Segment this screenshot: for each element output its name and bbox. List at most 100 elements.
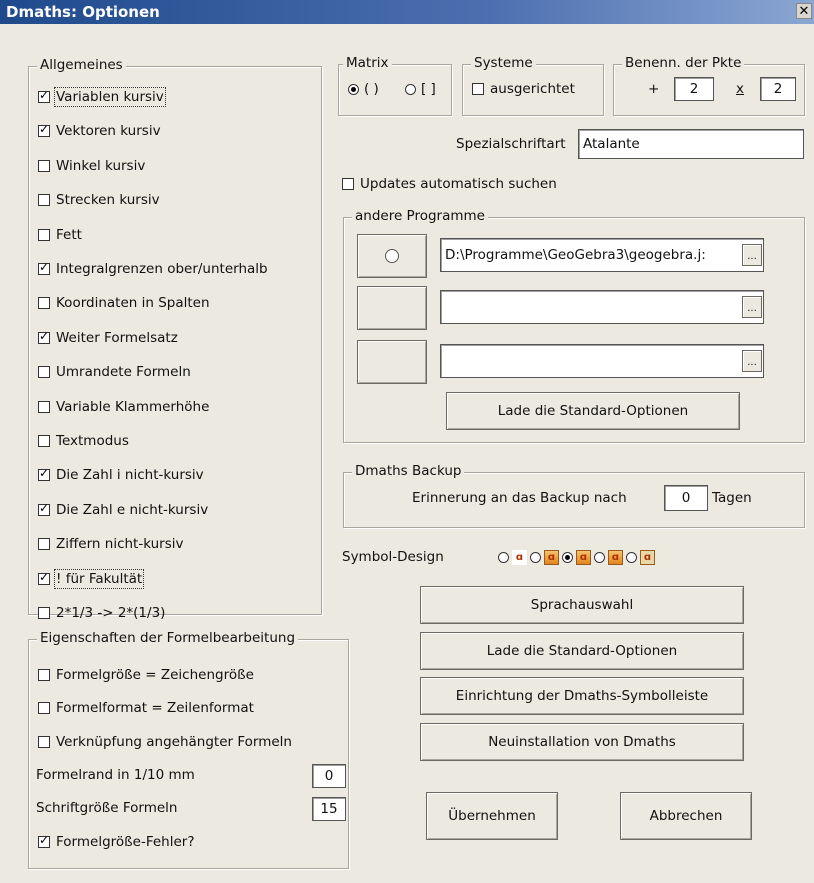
button-label: Einrichtung der Dmaths-Symbolleiste [455,688,709,704]
checkbox-box[interactable] [342,178,354,190]
symbol-3-icon: ɑ [576,550,591,565]
allgemeines-checkbox[interactable]: Die Zahl i nicht-kursiv [38,466,204,483]
radio-label: ( ) [364,81,379,97]
backup-label: Erinnerung an das Backup nach [412,490,627,506]
symbol-radio-5[interactable] [626,552,637,563]
checkbox-box[interactable] [38,159,50,172]
formelformat-checkbox[interactable]: Formelformat = Zeilenformat [38,700,254,716]
checkbox-label: Winkel kursiv [56,157,146,174]
program-2-path[interactable] [440,290,764,324]
checkbox-box[interactable] [38,435,50,447]
times-input[interactable]: 2 [760,77,796,101]
checkbox-box[interactable] [472,83,484,95]
checkbox-box[interactable] [38,260,50,275]
allgemeines-checkbox[interactable]: Ziffern nicht-kursiv [38,536,184,552]
updates-checkbox[interactable]: Updates automatisch suchen [342,176,557,192]
abbrechen-button[interactable]: Abbrechen [620,792,752,840]
symbolleiste-button[interactable]: Einrichtung der Dmaths-Symbolleiste [420,677,744,715]
times-label: x [736,81,744,97]
checkbox-box[interactable] [38,570,50,585]
allgemeines-checkbox[interactable]: Die Zahl e nicht-kursiv [38,501,208,518]
backup-days-label: Tagen [712,490,752,506]
checkbox-box[interactable] [38,400,50,413]
checkbox-label: Umrandete Formeln [56,364,191,381]
checkbox-label: 2*1/3 -> 2*(1/3) [56,605,166,621]
verknuepfung-checkbox[interactable]: Verknüpfung angehängter Formeln [38,734,292,750]
symbol-radio-3[interactable] [562,552,573,563]
neuinstallation-button[interactable]: Neuinstallation von Dmaths [420,723,744,761]
checkbox-box[interactable] [38,702,50,714]
schriftgroesse-input[interactable]: 15 [312,797,346,821]
allgemeines-checkbox[interactable]: 2*1/3 -> 2*(1/3) [38,605,165,621]
allgemeines-checkbox[interactable]: Variable Klammerhöhe [38,399,209,415]
checkbox-box[interactable] [38,329,50,344]
allgemeines-checkbox[interactable]: Variablen kursiv [38,87,166,107]
radio-button[interactable] [348,83,359,95]
options-dialog: Allgemeines Eigenschaften der Formelbear… [0,24,814,883]
sprachauswahl-button[interactable]: Sprachauswahl [420,586,744,624]
program-1-path[interactable]: D:\Programme\GeoGebra3\geogebra.j: [440,238,764,272]
button-label: Neuinstallation von Dmaths [488,734,676,750]
checkbox-box[interactable] [38,669,50,681]
checkbox-label: Formelgröße-Fehler? [56,834,195,850]
checkbox-label: Variablen kursiv [54,87,166,107]
checkbox-box[interactable] [38,607,50,619]
checkbox-box[interactable] [38,833,50,848]
formelrand-input[interactable]: 0 [312,764,346,788]
program-3-browse[interactable]: ... [742,350,762,372]
programme-load-defaults-button[interactable]: Lade die Standard-Optionen [446,392,740,430]
checkbox-label: Weiter Formelsatz [56,329,178,346]
checkbox-box[interactable] [38,736,50,748]
checkbox-label: Textmodus [56,433,129,449]
symbol-radio-2[interactable] [530,552,541,563]
allgemeines-checkbox[interactable]: Weiter Formelsatz [38,329,178,346]
checkbox-box[interactable] [38,538,50,551]
program-2-button[interactable] [357,286,427,330]
checkbox-box[interactable] [38,501,50,516]
checkbox-box[interactable] [38,297,50,310]
allgemeines-checkbox[interactable]: Integralgrenzen ober/unterhalb [38,260,268,277]
checkbox-label: Updates automatisch suchen [360,176,557,192]
program-2-browse[interactable]: ... [742,296,762,318]
checkbox-box[interactable] [38,88,50,103]
checkbox-box[interactable] [38,366,50,379]
allgemeines-checkbox[interactable]: Umrandete Formeln [38,364,191,380]
programme-legend: andere Programme [352,208,488,224]
radio-button[interactable] [405,83,416,95]
symbol-design-label: Symbol-Design [342,549,444,565]
spezial-input[interactable]: Atalante [578,129,804,159]
allgemeines-checkbox[interactable]: Vektoren kursiv [38,122,161,139]
spezial-label: Spezialschriftart [456,136,566,152]
allgemeines-checkbox[interactable]: ! für Fakultät [38,568,145,589]
lade-standard-button[interactable]: Lade die Standard-Optionen [420,632,744,670]
uebernehmen-button[interactable]: Übernehmen [426,792,558,840]
program-3-button[interactable] [357,340,427,384]
checkbox-box[interactable] [38,228,50,241]
matrix-radio-round[interactable]: ( ) [348,81,379,97]
allgemeines-checkbox[interactable]: Textmodus [38,433,129,449]
checkbox-label: ausgerichtet [490,81,575,97]
program-1-browse[interactable]: ... [742,244,762,266]
backup-legend: Dmaths Backup [352,463,465,479]
program-1-button[interactable] [357,234,427,278]
allgemeines-checkbox[interactable]: Strecken kursiv [38,192,160,208]
allgemeines-checkbox[interactable]: Koordinaten in Spalten [38,295,210,311]
checkbox-box[interactable] [38,466,50,482]
matrix-radio-square[interactable]: [ ] [405,81,436,97]
button-label: Sprachauswahl [530,597,634,613]
checkbox-box[interactable] [38,122,50,138]
backup-days-input[interactable]: 0 [664,485,708,511]
close-icon[interactable]: ✕ [796,3,812,19]
formelgroesse-fehler-checkbox[interactable]: Formelgröße-Fehler? [38,833,195,850]
symbol-radio-1[interactable] [498,552,509,563]
program-3-path[interactable] [440,344,764,378]
checkbox-box[interactable] [38,194,50,207]
allgemeines-checkbox[interactable]: Winkel kursiv [38,158,145,174]
ausgerichtet-checkbox[interactable]: ausgerichtet [472,81,575,97]
allgemeines-checkbox[interactable]: Fett [38,227,82,243]
formelgroesse-checkbox[interactable]: Formelgröße = Zeichengröße [38,667,254,683]
checkbox-label: Ziffern nicht-kursiv [56,536,184,553]
benennung-legend: Benenn. der Pkte [622,55,745,71]
symbol-radio-4[interactable] [594,552,605,563]
plus-input[interactable]: 2 [674,77,714,101]
